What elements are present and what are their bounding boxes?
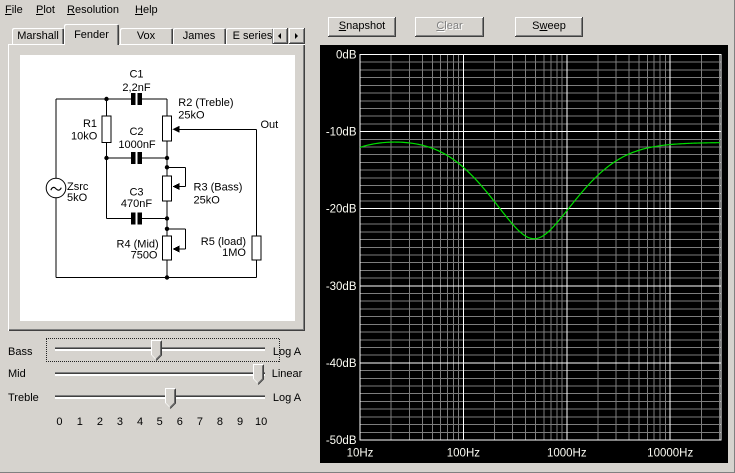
svg-text:5kO: 5kO (67, 192, 88, 204)
svg-text:1MO: 1MO (222, 247, 246, 259)
svg-text:C1: C1 (129, 69, 143, 81)
svg-text:-40dB: -40dB (326, 358, 357, 370)
svg-text:R3 (Bass): R3 (Bass) (194, 182, 243, 194)
svg-text:750O: 750O (131, 250, 158, 262)
svg-text:0dB: 0dB (336, 50, 357, 62)
svg-text:1000Hz: 1000Hz (547, 448, 587, 460)
svg-text:25kO: 25kO (178, 110, 205, 122)
svg-text:C2: C2 (129, 126, 143, 138)
svg-text:2,2nF: 2,2nF (122, 82, 150, 94)
svg-text:Out: Out (261, 119, 279, 131)
svg-text:R2 (Treble): R2 (Treble) (178, 97, 233, 109)
svg-text:10kO: 10kO (71, 131, 98, 143)
svg-text:25kO: 25kO (194, 195, 221, 207)
svg-text:-30dB: -30dB (326, 281, 357, 293)
svg-text:-50dB: -50dB (326, 435, 357, 447)
svg-text:C3: C3 (129, 187, 143, 199)
svg-text:R1: R1 (83, 118, 97, 130)
svg-text:100Hz: 100Hz (447, 448, 480, 460)
svg-text:-20dB: -20dB (326, 204, 357, 216)
svg-text:1000nF: 1000nF (118, 139, 156, 151)
svg-text:470nF: 470nF (121, 198, 152, 210)
svg-text:10Hz: 10Hz (347, 448, 374, 460)
svg-text:10000Hz: 10000Hz (647, 448, 693, 460)
svg-text:-10dB: -10dB (326, 127, 357, 139)
